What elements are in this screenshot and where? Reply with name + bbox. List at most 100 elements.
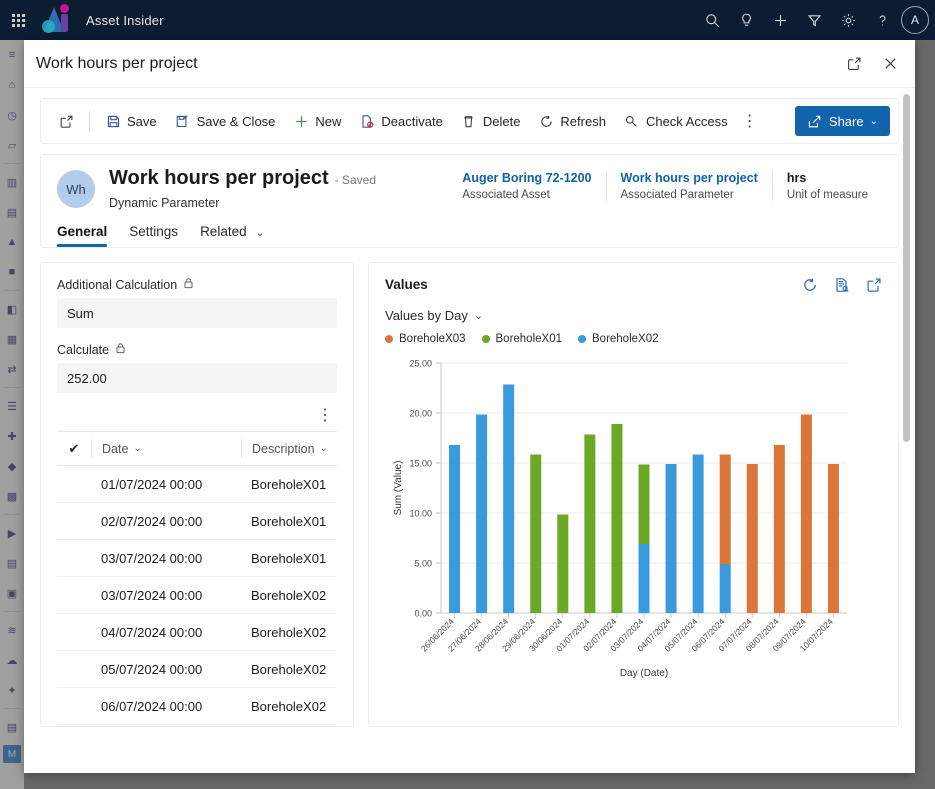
grid-overflow-button[interactable]: ⋮	[57, 393, 337, 431]
app-bar: Asset Insider A	[0, 0, 935, 40]
share-button[interactable]: Share ⌄	[794, 106, 890, 136]
record-header-card: Wh Work hours per project - Saved Dynami…	[40, 154, 899, 248]
filter-icon[interactable]	[797, 0, 831, 40]
bar-segment[interactable]	[800, 414, 812, 614]
legend-item[interactable]: BoreholeX01	[481, 333, 562, 345]
bar-segment[interactable]	[692, 454, 704, 614]
select-all-checkbox[interactable]: ✔	[57, 441, 91, 457]
dialog-header: Work hours per project	[24, 40, 915, 88]
bar-segment[interactable]	[638, 544, 650, 613]
table-row[interactable]: 06/07/2024 00:00 BoreholeX02	[57, 688, 337, 725]
database-icon[interactable]: ▤	[0, 712, 24, 742]
bar-segment[interactable]	[530, 454, 542, 614]
waffle-menu-icon[interactable]	[0, 0, 36, 40]
plus-icon[interactable]	[763, 0, 797, 40]
bar-segment[interactable]	[557, 514, 569, 614]
legend-item[interactable]: BoreholeX02	[578, 333, 659, 345]
scrollbar-thumb[interactable]	[903, 94, 910, 442]
save-button[interactable]: Save	[96, 106, 166, 136]
recent-icon[interactable]: ◷	[0, 100, 24, 130]
command-overflow-button[interactable]: ⋮	[737, 106, 763, 136]
tags-icon[interactable]: ◆	[0, 451, 24, 481]
chart-view-selector[interactable]: Values by Day ⌄	[385, 308, 882, 323]
associated-parameter-link[interactable]: Work hours per project	[621, 171, 758, 185]
table-row[interactable]: 03/07/2024 00:00 BoreholeX01	[57, 540, 337, 577]
app-badge[interactable]: M	[3, 745, 21, 763]
documents-icon[interactable]: ▤	[0, 548, 24, 578]
assets-icon[interactable]: ▤	[0, 197, 24, 227]
tasks-icon[interactable]: ☰	[0, 391, 24, 421]
column-header-date[interactable]: Date ⌄	[91, 438, 241, 459]
blocks-icon[interactable]: ■	[0, 257, 24, 287]
reports-icon[interactable]: ▶	[0, 518, 24, 548]
table-row[interactable]: 04/07/2024 00:00 BoreholeX02	[57, 614, 337, 651]
sites-icon[interactable]: ▲	[0, 227, 24, 257]
bar-segment[interactable]	[746, 464, 758, 613]
bar-segment[interactable]	[611, 424, 623, 613]
view-records-icon[interactable]	[834, 277, 850, 298]
bar-segment[interactable]	[584, 434, 596, 614]
bar-segment[interactable]	[638, 464, 650, 545]
teams-icon[interactable]: ≋	[0, 615, 24, 645]
tab-settings[interactable]: Settings	[129, 224, 178, 247]
bar-segment[interactable]	[719, 454, 731, 565]
user-avatar[interactable]: A	[901, 6, 929, 34]
additional-calculation-field[interactable]: Sum	[57, 298, 337, 328]
table-row[interactable]: 05/07/2024 00:00 BoreholeX02	[57, 651, 337, 688]
command-divider	[89, 110, 90, 132]
readings-grid: ✔ Date ⌄ Description ⌄ 01/07/2024 00:00 B…	[57, 431, 337, 725]
table-row[interactable]: 03/07/2024 00:00 BoreholeX02	[57, 577, 337, 614]
legend-item[interactable]: BoreholeX03	[385, 333, 466, 345]
tab-related[interactable]: Related ⌄	[200, 224, 265, 247]
save-and-close-button[interactable]: Save & Close	[166, 106, 285, 136]
bar-chart[interactable]: 0.005.0010.0015.0020.0025.0026/06/202427…	[385, 351, 855, 686]
legend-label: BoreholeX02	[592, 333, 659, 345]
bar-segment[interactable]	[773, 445, 785, 613]
gear-icon[interactable]	[831, 0, 865, 40]
alerts-icon[interactable]: ✦	[0, 675, 24, 705]
y-axis-tick-label: 15.00	[409, 459, 432, 469]
close-icon[interactable]	[879, 53, 901, 75]
hamburger-icon[interactable]: ≡	[0, 40, 24, 70]
delete-button[interactable]: Delete	[452, 106, 530, 136]
popout-icon[interactable]	[866, 277, 882, 298]
new-button[interactable]: New	[284, 106, 350, 136]
schedule-icon[interactable]: ▩	[0, 481, 24, 511]
unit-of-measure-value: hrs	[786, 171, 807, 185]
bar-segment[interactable]	[476, 414, 488, 614]
associated-asset-link[interactable]: Auger Boring 72-1200	[462, 171, 591, 185]
pinned-icon[interactable]: ▱	[0, 130, 24, 160]
table-row[interactable]: 01/07/2024 00:00 BoreholeX01	[57, 466, 337, 503]
refresh-button[interactable]: Refresh	[529, 106, 615, 136]
bar-segment[interactable]	[449, 445, 461, 613]
search-icon[interactable]	[695, 0, 729, 40]
associated-asset-label: Associated Asset	[462, 189, 550, 201]
dashboards-icon[interactable]: ▥	[0, 167, 24, 197]
bar-segment[interactable]	[719, 564, 731, 613]
home-icon[interactable]: ⌂	[0, 70, 24, 100]
open-record-button[interactable]	[49, 106, 83, 136]
table-row[interactable]: 02/07/2024 00:00 BoreholeX01	[57, 503, 337, 540]
refresh-icon[interactable]	[802, 277, 818, 298]
help-icon[interactable]	[865, 0, 899, 40]
deactivate-button[interactable]: Deactivate	[350, 106, 451, 136]
dialog-scrollbar[interactable]	[901, 88, 911, 773]
chart-legend: BoreholeX03 BoreholeX01 BoreholeX02	[385, 333, 882, 345]
bar-segment[interactable]	[503, 384, 515, 614]
transfers-icon[interactable]: ⇄	[0, 354, 24, 384]
check-access-button[interactable]: Check Access	[615, 106, 737, 136]
calculate-label-text: Calculate	[57, 342, 110, 357]
chart-header-actions	[802, 277, 882, 298]
archive-icon[interactable]: ▣	[0, 578, 24, 608]
calculate-field[interactable]: 252.00	[57, 363, 337, 393]
bar-segment[interactable]	[827, 464, 839, 613]
parameters-icon[interactable]: ◧	[0, 294, 24, 324]
lightbulb-icon[interactable]	[729, 0, 763, 40]
readings-icon[interactable]: ▦	[0, 324, 24, 354]
column-header-description[interactable]: Description ⌄	[241, 438, 328, 459]
popout-icon[interactable]	[843, 53, 865, 75]
cloud-icon[interactable]: ☁	[0, 645, 24, 675]
tab-general[interactable]: General	[57, 224, 108, 247]
bar-segment[interactable]	[665, 464, 677, 613]
work-orders-icon[interactable]: ✚	[0, 421, 24, 451]
